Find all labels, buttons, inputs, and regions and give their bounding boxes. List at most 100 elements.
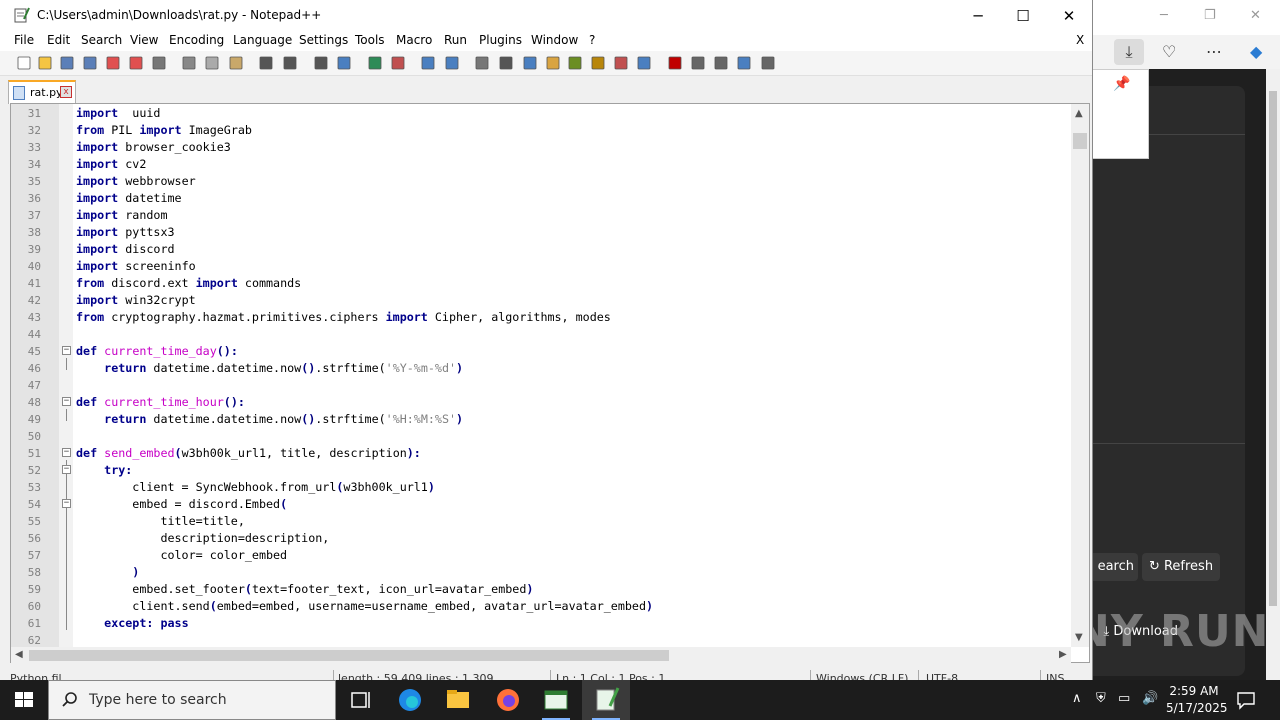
notepadpp-taskbar-icon[interactable] <box>582 680 630 720</box>
search-button[interactable]: earch <box>1092 553 1138 581</box>
browser-scrollbar[interactable] <box>1266 69 1280 680</box>
folder-workspace-icon[interactable] <box>590 55 606 71</box>
scroll-down-icon[interactable]: ▼ <box>1075 632 1083 643</box>
cut-icon[interactable] <box>181 55 197 71</box>
menu-tools[interactable]: Tools <box>355 33 385 47</box>
fold-toggle-icon[interactable]: − <box>62 499 71 508</box>
code-line: 54 − embed = discord.Embed( <box>11 496 1073 513</box>
firefox-icon[interactable] <box>484 680 532 720</box>
menu-file[interactable]: File <box>14 33 34 47</box>
code-line: 40 import screeninfo <box>11 258 1073 275</box>
doc-map-icon[interactable] <box>545 55 561 71</box>
browser-scroll-thumb[interactable] <box>1269 91 1277 606</box>
menu-help[interactable]: ? <box>589 33 595 47</box>
print-icon[interactable] <box>151 55 167 71</box>
downloads-panel <box>1092 86 1245 676</box>
browser-restore-button[interactable]: ❐ <box>1204 8 1216 23</box>
menu-encoding[interactable]: Encoding <box>169 33 224 47</box>
browser-minimize-button[interactable]: ─ <box>1160 8 1168 23</box>
chevron-up-icon[interactable]: ∧ <box>1072 691 1082 706</box>
fold-toggle-icon[interactable]: − <box>62 346 71 355</box>
close-icon[interactable] <box>105 55 121 71</box>
more-icon[interactable]: ⋯ <box>1206 42 1222 61</box>
stop-macro-icon[interactable] <box>690 55 706 71</box>
security-icon[interactable]: ⛨ <box>1096 691 1106 706</box>
paste-icon[interactable] <box>228 55 244 71</box>
close-document-button[interactable]: X <box>1076 33 1084 47</box>
menu-edit[interactable]: Edit <box>47 33 70 47</box>
scroll-right-icon[interactable]: ▶ <box>1059 649 1067 660</box>
undo-icon[interactable] <box>258 55 274 71</box>
pin-icon[interactable]: 📌 <box>1113 76 1130 92</box>
menu-run[interactable]: Run <box>444 33 467 47</box>
health-icon[interactable]: ♡ <box>1162 42 1176 61</box>
sync-vertical-icon[interactable] <box>420 55 436 71</box>
new-file-icon[interactable] <box>16 55 32 71</box>
windows-start-icon[interactable] <box>0 680 48 720</box>
save-icon[interactable] <box>59 55 75 71</box>
notification-icon[interactable] <box>1236 690 1256 710</box>
download-icon[interactable]: ⤓ <box>1114 39 1144 65</box>
close-button[interactable]: ✕ <box>1046 5 1092 27</box>
fold-toggle-icon[interactable]: − <box>62 465 71 474</box>
vertical-scroll-thumb[interactable] <box>1073 133 1087 149</box>
status-bar: Python fil length : 59,409 lines : 1,309… <box>0 668 1092 680</box>
copy-icon[interactable] <box>204 55 220 71</box>
menu-settings[interactable]: Settings <box>299 33 348 47</box>
code-text: import random <box>76 208 168 222</box>
refresh-button[interactable]: ↻ Refresh <box>1142 553 1220 581</box>
menu-window[interactable]: Window <box>531 33 578 47</box>
replace-icon[interactable] <box>336 55 352 71</box>
redo-icon[interactable] <box>282 55 298 71</box>
show-all-chars-icon[interactable] <box>498 55 514 71</box>
fold-toggle-icon[interactable]: − <box>62 448 71 457</box>
menu-plugins[interactable]: Plugins <box>479 33 522 47</box>
network-icon[interactable]: ▭ <box>1118 691 1130 706</box>
close-all-icon[interactable] <box>128 55 144 71</box>
task-view-icon[interactable] <box>336 680 384 720</box>
browser-close-button[interactable]: ✕ <box>1250 8 1261 23</box>
zoom-out-icon[interactable] <box>390 55 406 71</box>
line-number: 36 <box>27 192 41 205</box>
scroll-up-icon[interactable]: ▲ <box>1075 108 1083 119</box>
menu-language[interactable]: Language <box>233 33 292 47</box>
record-macro-icon[interactable] <box>667 55 683 71</box>
line-number: 49 <box>27 413 41 426</box>
monitor-icon[interactable] <box>613 55 629 71</box>
clock[interactable]: 2:59 AM 5/17/2025 <box>1166 683 1228 717</box>
zoom-in-icon[interactable] <box>367 55 383 71</box>
code-text: def current_time_hour(): <box>76 395 245 409</box>
function-list-icon[interactable] <box>567 55 583 71</box>
vertical-scrollbar[interactable]: ▲ ▼ <box>1071 104 1089 647</box>
scroll-left-icon[interactable]: ◀ <box>15 649 23 660</box>
menu-macro[interactable]: Macro <box>396 33 432 47</box>
play-macro-icon[interactable] <box>713 55 729 71</box>
save-all-icon[interactable] <box>82 55 98 71</box>
code-editor[interactable]: 31 import uuid 32 from PIL import ImageGrab… <box>10 103 1090 663</box>
maximize-button[interactable]: ☐ <box>1000 5 1046 27</box>
sync-horizontal-icon[interactable] <box>444 55 460 71</box>
copilot-icon[interactable]: ◆ <box>1250 42 1262 61</box>
divider <box>1092 443 1245 444</box>
volume-icon[interactable]: 🔊 <box>1142 691 1158 706</box>
file-explorer-icon[interactable] <box>434 680 482 720</box>
find-icon[interactable] <box>313 55 329 71</box>
minimize-button[interactable]: ─ <box>955 5 1001 27</box>
line-number: 40 <box>27 260 41 273</box>
edge-icon[interactable] <box>386 680 434 720</box>
run-macro-icon[interactable] <box>736 55 752 71</box>
indent-guide-icon[interactable] <box>522 55 538 71</box>
tab-rat-py[interactable]: rat.py x <box>8 80 76 104</box>
menu-search[interactable]: Search <box>81 33 122 47</box>
tab-close-icon[interactable]: x <box>60 86 72 98</box>
save-macro-icon[interactable] <box>760 55 776 71</box>
app-window-icon[interactable] <box>532 680 580 720</box>
open-file-icon[interactable] <box>37 55 53 71</box>
horizontal-scrollbar[interactable]: ◀ ▶ <box>11 647 1071 664</box>
taskbar-search-box[interactable]: Type here to search <box>48 680 336 720</box>
fold-toggle-icon[interactable]: − <box>62 397 71 406</box>
menu-view[interactable]: View <box>130 33 158 47</box>
word-wrap-icon[interactable] <box>474 55 490 71</box>
horizontal-scroll-thumb[interactable] <box>29 650 669 661</box>
eye-icon[interactable] <box>636 55 652 71</box>
